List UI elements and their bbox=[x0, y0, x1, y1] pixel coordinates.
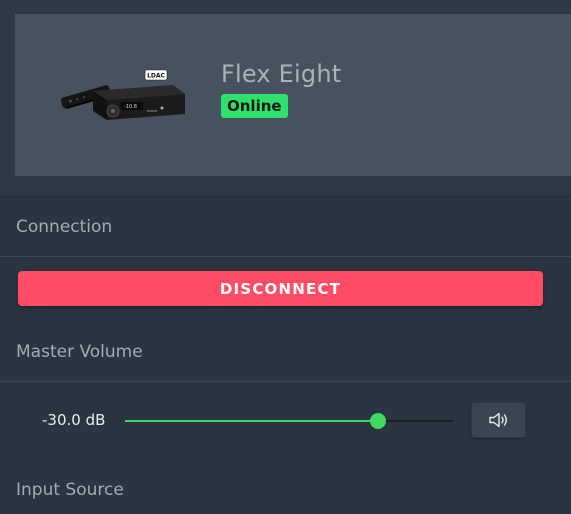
volume-slider-fill bbox=[125, 420, 378, 422]
master-volume-divider bbox=[0, 381, 571, 382]
volume-readout: -30.0 dB bbox=[42, 411, 106, 429]
status-badge: Online bbox=[221, 94, 288, 118]
master-volume-heading: Master Volume bbox=[16, 342, 143, 362]
ldac-logo: LDAC bbox=[147, 73, 165, 80]
connection-heading: Connection bbox=[16, 217, 113, 237]
device-image: -10.8 LDAC bbox=[60, 69, 185, 120]
input-source-heading: Input Source bbox=[16, 480, 124, 500]
device-panel: -10.8 LDAC Flex Eight Online Connection … bbox=[0, 0, 571, 514]
disconnect-button[interactable]: DISCONNECT bbox=[18, 271, 543, 306]
connection-divider bbox=[0, 256, 571, 257]
device-name: Flex Eight bbox=[221, 60, 342, 88]
device-header: -10.8 LDAC Flex Eight Online bbox=[0, 0, 571, 197]
device-card: -10.8 LDAC Flex Eight Online bbox=[15, 14, 571, 176]
volume-slider[interactable] bbox=[125, 411, 453, 431]
speaker-volume-icon bbox=[488, 412, 507, 428]
svg-text:-10.8: -10.8 bbox=[124, 104, 137, 110]
volume-slider-thumb[interactable] bbox=[369, 413, 386, 429]
mute-button[interactable] bbox=[471, 402, 526, 438]
